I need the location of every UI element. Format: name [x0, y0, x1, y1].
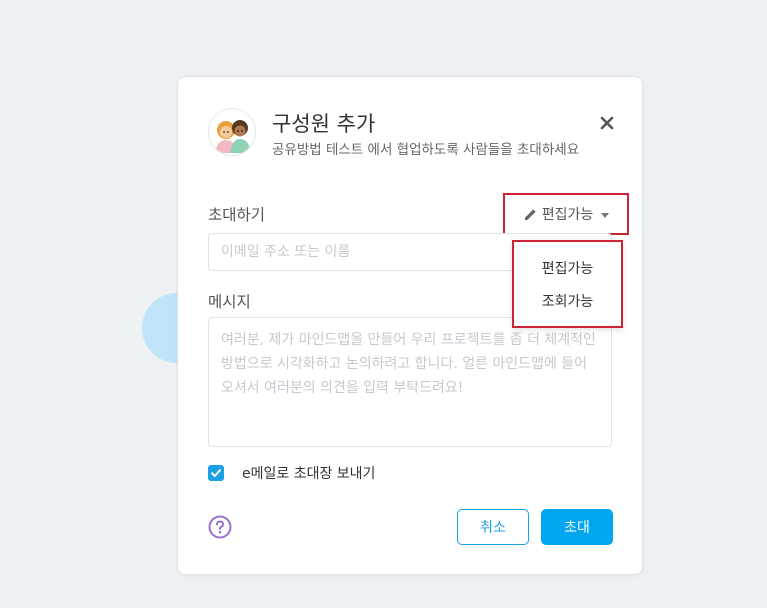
- email-invite-label: e메일로 초대장 보내기: [242, 466, 376, 482]
- cancel-button[interactable]: 취소: [457, 509, 529, 545]
- email-invite-checkbox[interactable]: [208, 465, 224, 481]
- permission-selected-label: 편집가능: [541, 207, 594, 223]
- checkmark-icon: [211, 469, 221, 477]
- dialog-title: 구성원 추가: [272, 112, 376, 136]
- permission-option-edit[interactable]: 편집가능: [514, 258, 621, 278]
- pencil-icon: [524, 208, 536, 220]
- permission-option-view[interactable]: 조회가능: [514, 291, 621, 311]
- message-textarea[interactable]: [208, 317, 612, 447]
- permission-select[interactable]: 편집가능: [503, 193, 629, 235]
- help-icon[interactable]: [208, 515, 232, 539]
- invite-button[interactable]: 초대: [541, 509, 613, 545]
- close-icon: [600, 116, 614, 130]
- message-label: 메시지: [208, 293, 251, 311]
- dialog-subtitle: 공유방법 테스트 에서 협업하도록 사람들을 초대하세요: [272, 142, 580, 158]
- add-member-dialog: 구성원 추가 공유방법 테스트 에서 협업하도록 사람들을 초대하세요 초대하기…: [177, 76, 643, 575]
- close-button[interactable]: [596, 112, 618, 134]
- permission-dropdown-menu: 편집가능 조회가능: [512, 240, 623, 328]
- people-avatar-icon: [208, 108, 256, 156]
- chevron-down-icon: [601, 212, 610, 218]
- invite-label: 초대하기: [208, 206, 266, 224]
